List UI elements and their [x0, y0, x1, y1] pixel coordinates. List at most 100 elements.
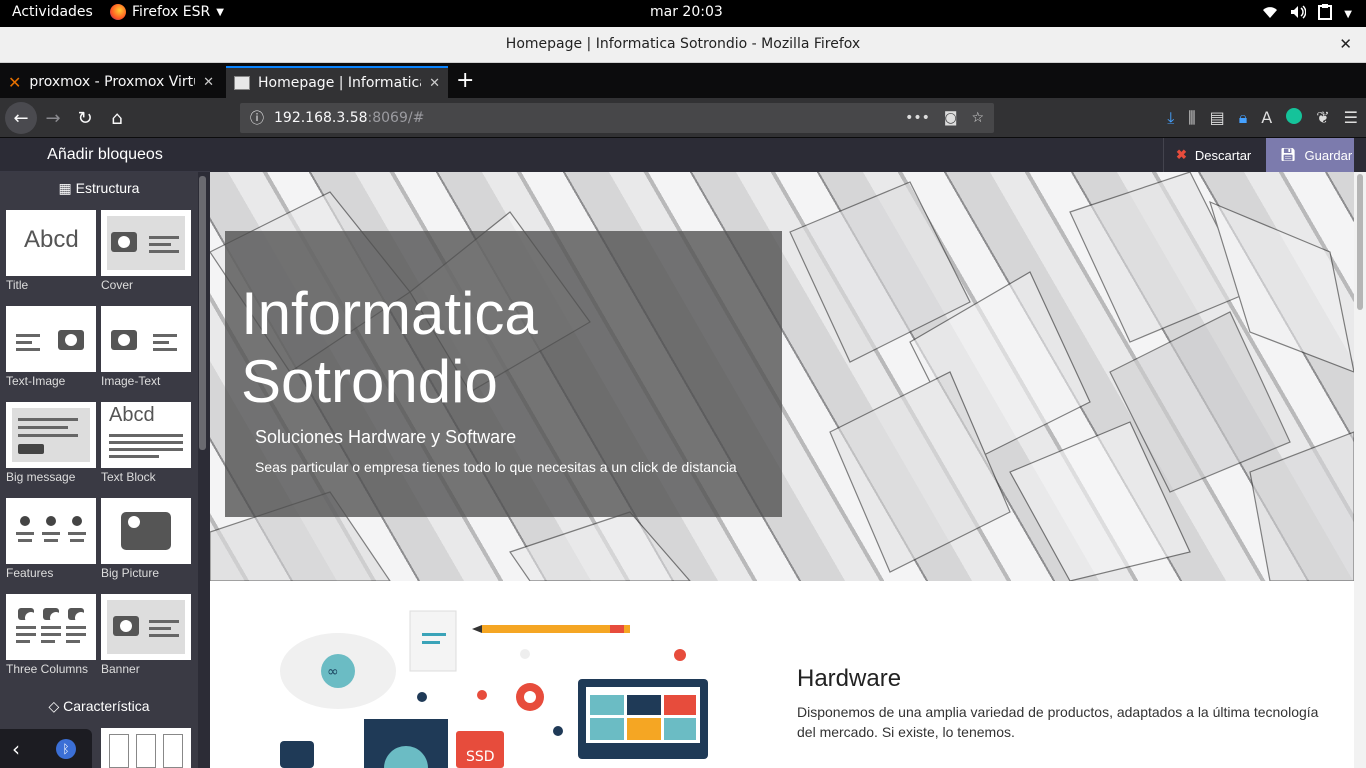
page-actions-icon[interactable]: ••• — [905, 110, 930, 126]
section-title: Hardware — [797, 665, 902, 692]
tray-popup: ‹ ᛒ — [0, 729, 92, 768]
block-name: Big message — [6, 470, 76, 484]
block-big-message[interactable]: Big message — [6, 402, 96, 484]
block-name: Features — [6, 566, 54, 580]
block-thumbnail — [6, 594, 96, 660]
close-icon[interactable]: ✕ — [1339, 35, 1352, 53]
camera-icon — [111, 330, 137, 350]
camera-icon — [68, 608, 87, 624]
block-cover[interactable]: Cover — [101, 210, 191, 292]
camera-icon — [111, 232, 137, 252]
discard-label: Descartar — [1194, 147, 1252, 163]
block-name: Three Columns — [6, 662, 89, 676]
volume-icon — [1290, 5, 1307, 23]
camera-icon — [43, 608, 62, 624]
bluetooth-icon[interactable]: ᛒ — [56, 739, 76, 759]
toolbar-icons: ⤓ ⫼ ▤ 🔒︎ A ❦ ☰ — [1167, 108, 1358, 128]
ssd-label: SSD — [466, 749, 495, 765]
hero-description: Seas particular o empresa tienes todo lo… — [255, 459, 737, 475]
reload-icon[interactable]: ↻ — [71, 104, 99, 132]
grammarly-icon[interactable] — [1286, 108, 1303, 124]
blocks-sidebar: Añadir bloqueos ▦ Estructura Abcd Title … — [0, 138, 210, 768]
activities-button[interactable]: Actividades — [12, 4, 93, 20]
system-tray[interactable]: ▼ — [1262, 4, 1352, 24]
tab-close-icon[interactable]: ✕ — [429, 76, 440, 91]
blocks-panel: ▦ Estructura Abcd Title Cover Text-Image… — [0, 172, 198, 768]
block-name: Image-Text — [101, 374, 161, 388]
pocket-icon[interactable]: ◙ — [944, 110, 958, 126]
sidebar-title: Añadir bloqueos — [0, 138, 210, 172]
url-path: :8069/# — [367, 110, 425, 126]
save-label: Guardar — [1304, 147, 1353, 163]
sidebar-scrollbar[interactable] — [199, 176, 206, 450]
block-text-block[interactable]: Abcd Text Block — [101, 402, 191, 484]
new-tab-icon[interactable]: + — [456, 68, 474, 93]
svg-text:∞: ∞ — [327, 664, 339, 680]
home-icon[interactable]: ⌂ — [103, 104, 131, 132]
firefox-icon — [110, 4, 126, 20]
block-title[interactable]: Abcd Title — [6, 210, 96, 292]
block-thumbnail — [6, 498, 96, 564]
block-three-columns[interactable]: Three Columns — [6, 594, 96, 676]
hardware-section[interactable]: ∞ SSD Hardware Disponemos de una amplia … — [210, 581, 1354, 768]
block-thumbnail: Abcd — [6, 210, 96, 276]
block-name: Cover — [101, 278, 134, 292]
save-button[interactable]: 💾︎ Guardar — [1266, 138, 1354, 172]
category-structure: ▦ Estructura — [0, 180, 198, 197]
block-name: Title — [6, 278, 29, 292]
app-menu[interactable]: Firefox ESR ▼ — [110, 4, 224, 20]
hero-title: Informatica Sotrondio — [241, 280, 538, 415]
tray-caret-icon: ▼ — [1344, 8, 1352, 20]
block-name: Big Picture — [101, 566, 160, 580]
window-titlebar: Homepage | Informatica Sotrondio - Mozil… — [0, 27, 1366, 63]
lock-icon[interactable]: 🔒︎ — [1239, 108, 1248, 128]
block-thumbnail — [6, 306, 96, 372]
block-name: Text Block — [101, 470, 156, 484]
block-image-text[interactable]: Image-Text — [101, 306, 191, 388]
page-scrollbar[interactable] — [1354, 172, 1366, 768]
close-icon: ✖ — [1176, 147, 1187, 162]
hero-subtitle: Soluciones Hardware y Software — [255, 427, 517, 447]
library-icon[interactable]: ⫼ — [1188, 108, 1195, 128]
block-thumbnail — [101, 498, 191, 564]
clock[interactable]: mar 20:03 — [650, 4, 723, 20]
back-icon[interactable]: ← — [5, 102, 37, 134]
url-bar[interactable]: ⓘ 192.168.3.58:8069/# ••• ◙ ☆ — [240, 103, 994, 133]
thumb-text: Abcd — [24, 226, 79, 253]
block-text-image[interactable]: Text-Image — [6, 306, 96, 388]
tab-proxmox[interactable]: ✕ proxmox - Proxmox Virtua ✕ — [0, 66, 222, 98]
block-features[interactable]: Features — [6, 498, 96, 580]
bookmark-star-icon[interactable]: ☆ — [971, 110, 984, 126]
grid-icon: ▦ — [58, 180, 72, 196]
block-banner[interactable]: Banner — [101, 594, 191, 676]
block-big-picture[interactable]: Big Picture — [101, 498, 191, 580]
chevron-left-icon[interactable]: ‹ — [12, 737, 20, 761]
scrollbar-thumb[interactable] — [1357, 174, 1363, 310]
sidebar-icon[interactable]: ▤ — [1210, 108, 1225, 128]
page-icon — [234, 76, 250, 90]
category-label: Característica — [63, 698, 150, 714]
app-menu-label: Firefox ESR — [132, 4, 211, 20]
proxmox-icon: ✕ — [8, 72, 22, 92]
system-top-bar: Actividades Firefox ESR ▼ mar 20:03 ▼ — [0, 0, 1366, 27]
block-name: Text-Image — [6, 374, 66, 388]
navigation-bar: ← → ↻ ⌂ ⓘ 192.168.3.58:8069/# ••• ◙ ☆ ⤓ … — [0, 98, 1366, 138]
clipboard-icon — [1318, 4, 1333, 24]
camera-icon — [58, 330, 84, 350]
hero-banner[interactable]: Informatica Sotrondio Soluciones Hardwar… — [210, 172, 1354, 581]
info-icon[interactable]: ⓘ — [250, 108, 264, 128]
wifi-icon — [1262, 5, 1278, 23]
camera-icon — [113, 616, 139, 636]
block-pricing[interactable] — [101, 728, 191, 768]
section-text: Disponemos de una amplia variedad de pro… — [797, 704, 1319, 740]
menu-icon[interactable]: ☰ — [1344, 108, 1358, 128]
discard-button[interactable]: ✖ Descartar — [1163, 138, 1266, 172]
thumb-text: Abcd — [109, 404, 155, 426]
extension-a-icon[interactable]: A — [1261, 108, 1272, 128]
tab-close-icon[interactable]: ✕ — [203, 75, 214, 90]
download-icon[interactable]: ⤓ — [1167, 108, 1174, 128]
tab-homepage[interactable]: Homepage | Informatica S ✕ — [226, 66, 448, 98]
extension-icon[interactable]: ❦ — [1316, 108, 1329, 128]
forward-icon[interactable]: → — [39, 104, 67, 132]
url-host: 192.168.3.58 — [274, 110, 368, 126]
